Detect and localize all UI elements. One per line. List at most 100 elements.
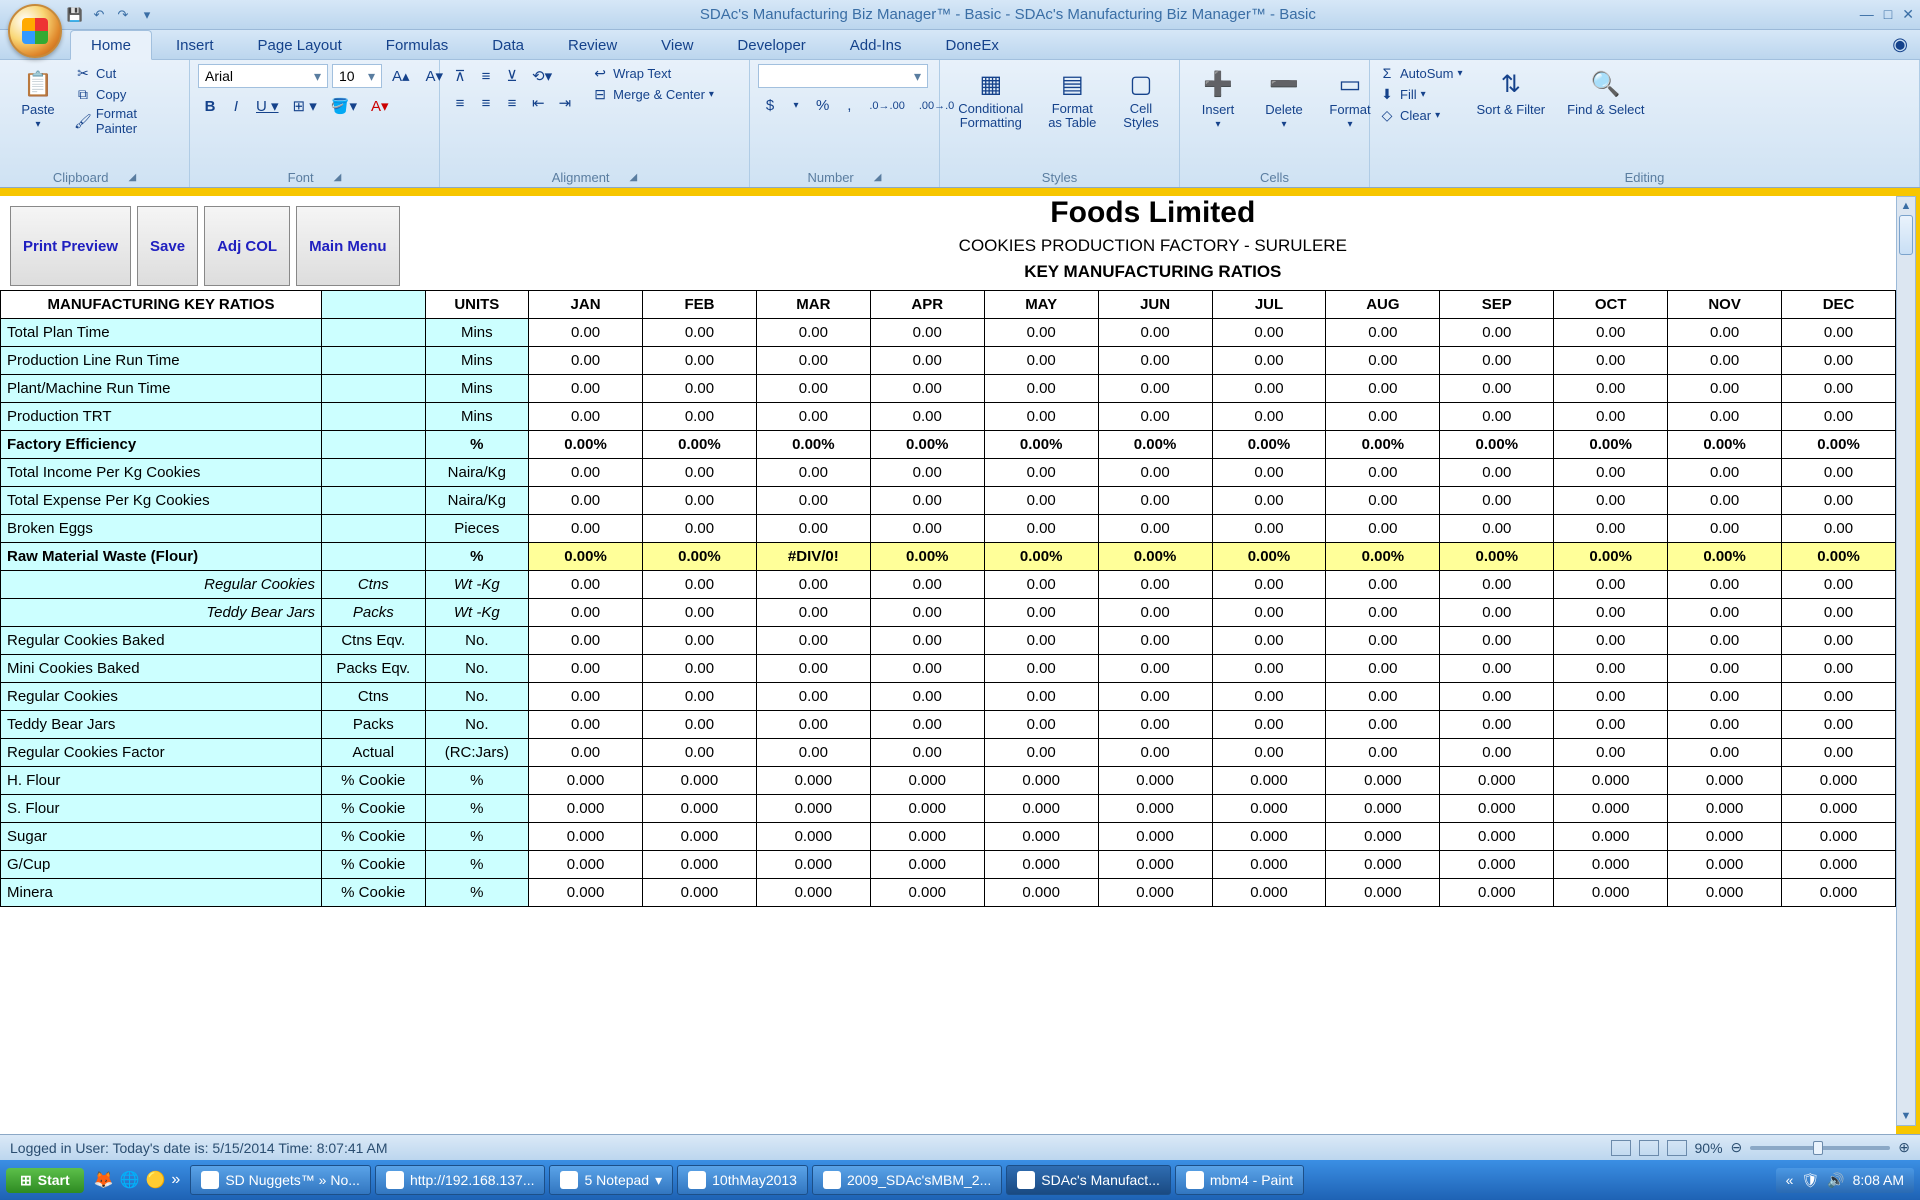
data-cell[interactable]: 0.00: [1212, 627, 1326, 655]
taskbar-item[interactable]: 5 Notepad▾: [549, 1165, 673, 1195]
data-cell[interactable]: 0.00: [643, 487, 757, 515]
data-cell[interactable]: 0.00: [1326, 599, 1440, 627]
taskbar-item[interactable]: 2009_SDAc'sMBM_2...: [812, 1165, 1002, 1195]
table-row[interactable]: Regular Cookies BakedCtns Eqv.No.0.000.0…: [1, 627, 1896, 655]
data-cell[interactable]: 0.000: [1326, 767, 1440, 795]
table-row[interactable]: G/Cup% Cookie%0.0000.0000.0000.0000.0000…: [1, 851, 1896, 879]
data-cell[interactable]: 0.00%: [1098, 543, 1212, 571]
column-header[interactable]: JAN: [529, 291, 643, 319]
data-cell[interactable]: 0.00: [870, 599, 984, 627]
adj-col-button[interactable]: Adj COL: [204, 206, 290, 286]
data-cell[interactable]: 0.00: [1782, 711, 1896, 739]
data-cell[interactable]: 0.000: [1668, 795, 1782, 823]
data-cell[interactable]: 0.00: [1554, 319, 1668, 347]
data-cell[interactable]: 0.00: [984, 627, 1098, 655]
data-cell[interactable]: 0.00: [1098, 683, 1212, 711]
data-cell[interactable]: 0.00: [756, 403, 870, 431]
data-cell[interactable]: 0.000: [984, 851, 1098, 879]
data-cell[interactable]: 0.00: [1782, 459, 1896, 487]
data-cell[interactable]: 0.00: [1440, 627, 1554, 655]
font-name-select[interactable]: Arial: [198, 64, 328, 88]
table-row[interactable]: Plant/Machine Run TimeMins0.000.000.000.…: [1, 375, 1896, 403]
column-header[interactable]: NOV: [1668, 291, 1782, 319]
data-cell[interactable]: 0.00: [1212, 711, 1326, 739]
data-cell[interactable]: 0.00: [1668, 319, 1782, 347]
zoom-out-button[interactable]: ⊖: [1731, 1139, 1743, 1156]
data-cell[interactable]: 0.000: [1782, 795, 1896, 823]
font-color-button[interactable]: A▾: [365, 94, 395, 118]
align-bottom-button[interactable]: ⊻: [500, 64, 524, 88]
taskbar-item[interactable]: http://192.168.137...: [375, 1165, 546, 1195]
data-cell[interactable]: 0.000: [756, 879, 870, 907]
column-header[interactable]: MAY: [984, 291, 1098, 319]
data-cell[interactable]: 0.000: [870, 879, 984, 907]
tab-review[interactable]: Review: [548, 31, 637, 59]
data-cell[interactable]: 0.00: [1326, 487, 1440, 515]
align-right-button[interactable]: ≡: [500, 91, 524, 115]
data-cell[interactable]: 0.00: [529, 459, 643, 487]
data-cell[interactable]: 0.00: [1098, 319, 1212, 347]
insert-cells-button[interactable]: ➕Insert▾: [1188, 64, 1248, 134]
data-cell[interactable]: 0.00: [1554, 375, 1668, 403]
data-cell[interactable]: 0.00: [756, 375, 870, 403]
tray-icon[interactable]: 🔊: [1827, 1172, 1844, 1189]
data-cell[interactable]: 0.000: [870, 795, 984, 823]
data-cell[interactable]: 0.00: [756, 655, 870, 683]
data-cell[interactable]: 0.000: [1212, 767, 1326, 795]
data-cell[interactable]: 0.00: [529, 375, 643, 403]
data-cell[interactable]: #DIV/0!: [756, 543, 870, 571]
data-cell[interactable]: 0.00: [756, 571, 870, 599]
data-cell[interactable]: 0.000: [1554, 767, 1668, 795]
data-cell[interactable]: 0.00%: [1440, 431, 1554, 459]
sort-filter-button[interactable]: ⇅Sort & Filter: [1469, 64, 1554, 121]
ql-more-icon[interactable]: »: [171, 1171, 180, 1189]
data-cell[interactable]: 0.000: [984, 879, 1098, 907]
data-cell[interactable]: 0.000: [1668, 851, 1782, 879]
data-cell[interactable]: 0.00: [1098, 459, 1212, 487]
tab-addins[interactable]: Add-Ins: [830, 31, 922, 59]
data-cell[interactable]: 0.00: [1440, 599, 1554, 627]
data-cell[interactable]: 0.000: [1554, 851, 1668, 879]
table-row[interactable]: Total Income Per Kg CookiesNaira/Kg0.000…: [1, 459, 1896, 487]
fill-button[interactable]: ⬇Fill▾: [1378, 85, 1463, 103]
increase-indent-button[interactable]: ⇥: [553, 91, 578, 115]
data-cell[interactable]: 0.00: [529, 683, 643, 711]
column-header[interactable]: MANUFACTURING KEY RATIOS: [1, 291, 322, 319]
data-cell[interactable]: 0.00: [984, 599, 1098, 627]
data-cell[interactable]: 0.00: [529, 319, 643, 347]
data-cell[interactable]: 0.000: [529, 823, 643, 851]
data-cell[interactable]: 0.00: [756, 627, 870, 655]
data-cell[interactable]: 0.000: [870, 851, 984, 879]
data-cell[interactable]: 0.00%: [1554, 431, 1668, 459]
data-cell[interactable]: 0.00%: [1212, 543, 1326, 571]
tab-page-layout[interactable]: Page Layout: [238, 31, 362, 59]
data-cell[interactable]: 0.00: [529, 599, 643, 627]
data-cell[interactable]: 0.00: [756, 459, 870, 487]
data-cell[interactable]: 0.00: [1326, 711, 1440, 739]
data-cell[interactable]: 0.00: [756, 487, 870, 515]
taskbar-item[interactable]: mbm4 - Paint: [1175, 1165, 1304, 1195]
data-cell[interactable]: 0.00: [1440, 487, 1554, 515]
data-cell[interactable]: 0.00: [1326, 319, 1440, 347]
data-cell[interactable]: 0.00: [1668, 739, 1782, 767]
data-cell[interactable]: 0.00: [1440, 319, 1554, 347]
data-cell[interactable]: 0.000: [1098, 823, 1212, 851]
align-left-button[interactable]: ≡: [448, 91, 472, 115]
data-cell[interactable]: 0.00: [984, 375, 1098, 403]
data-cell[interactable]: 0.00: [1440, 655, 1554, 683]
data-cell[interactable]: 0.00: [1098, 739, 1212, 767]
data-cell[interactable]: 0.00: [1554, 515, 1668, 543]
data-cell[interactable]: 0.00%: [1212, 431, 1326, 459]
data-cell[interactable]: 0.00: [1212, 683, 1326, 711]
data-cell[interactable]: 0.00: [1554, 683, 1668, 711]
data-cell[interactable]: 0.00: [870, 319, 984, 347]
minimize-icon[interactable]: —: [1860, 6, 1874, 23]
data-cell[interactable]: 0.000: [1212, 879, 1326, 907]
data-cell[interactable]: 0.00: [756, 347, 870, 375]
data-cell[interactable]: 0.000: [1212, 795, 1326, 823]
table-row[interactable]: Minera% Cookie%0.0000.0000.0000.0000.000…: [1, 879, 1896, 907]
data-cell[interactable]: 0.00: [1668, 571, 1782, 599]
table-row[interactable]: S. Flour% Cookie%0.0000.0000.0000.0000.0…: [1, 795, 1896, 823]
data-cell[interactable]: 0.00%: [643, 431, 757, 459]
data-cell[interactable]: 0.00: [1554, 459, 1668, 487]
